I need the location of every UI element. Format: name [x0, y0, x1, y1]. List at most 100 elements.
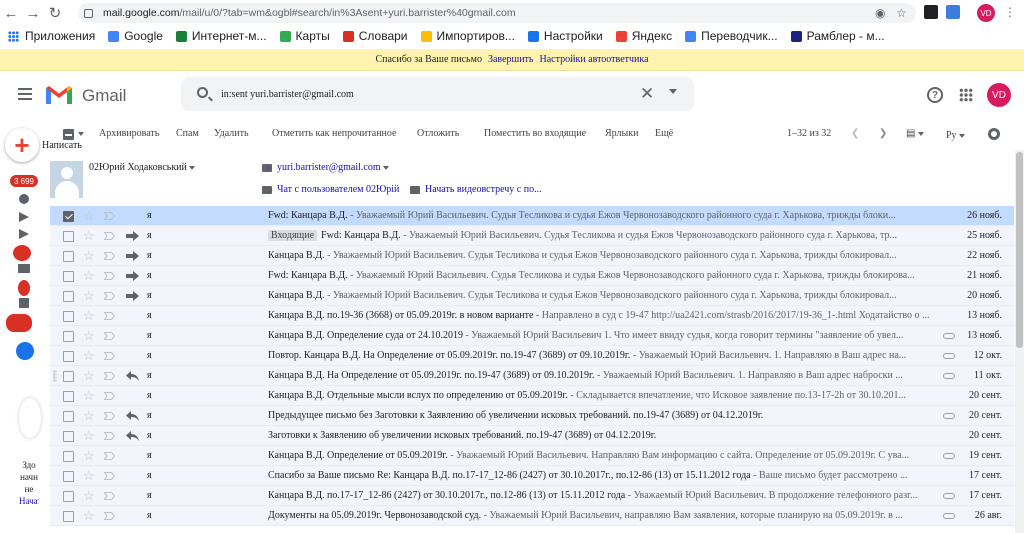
star-icon[interactable]: ☆	[83, 268, 95, 284]
bookmark-item[interactable]: Словари	[342, 29, 408, 43]
drag-handle-icon[interactable]	[53, 370, 57, 382]
search-input[interactable]	[221, 85, 621, 103]
star-icon[interactable]: ☆	[83, 248, 95, 264]
email-row[interactable]: ☆ я Канцара В.Д. На Определение от 05.09.2…	[50, 366, 1014, 386]
forward-icon[interactable]: →	[22, 0, 44, 26]
labels-button[interactable]: Ярлыки	[605, 128, 638, 139]
label-chip[interactable]: Входящие	[268, 230, 318, 241]
row-checkbox[interactable]	[63, 511, 74, 522]
extension-icon[interactable]	[946, 5, 960, 19]
hangouts-icon[interactable]	[16, 342, 34, 360]
email-row[interactable]: ☆ я Канцара В.Д. Отдельные мысли вслух по …	[50, 386, 1014, 406]
email-row[interactable]: ☆ я Документы на 05.09.2019г. Червонозавод…	[50, 506, 1014, 526]
star-icon[interactable]: ☆	[83, 448, 95, 464]
browser-menu-icon[interactable]: ⋮	[1004, 5, 1016, 19]
importance-icon[interactable]	[103, 412, 116, 420]
importance-icon[interactable]	[103, 492, 116, 500]
google-apps-icon[interactable]	[959, 88, 973, 102]
star-icon[interactable]: ☆	[83, 428, 95, 444]
move-to-inbox-button[interactable]: Поместить во входящие	[484, 128, 586, 139]
row-checkbox[interactable]	[63, 371, 74, 382]
bookmark-item[interactable]: Яндекс	[615, 29, 672, 43]
importance-icon[interactable]	[103, 432, 116, 440]
email-row[interactable]: ☆ я Повтор. Канцара В.Д. На Определение от…	[50, 346, 1014, 366]
star-icon[interactable]: ☆	[83, 488, 95, 504]
row-checkbox[interactable]	[63, 451, 74, 462]
prev-page-icon[interactable]: ❮	[851, 128, 859, 139]
reload-icon[interactable]: ↻	[44, 0, 66, 26]
gmail-logo[interactable]	[46, 85, 72, 104]
row-checkbox[interactable]	[63, 291, 74, 302]
next-page-icon[interactable]: ❯	[879, 128, 887, 139]
browser-avatar[interactable]: VD	[977, 4, 995, 22]
snoozed-icon[interactable]	[19, 194, 29, 204]
video-call-link[interactable]: Начать видеовстречу с по...	[410, 184, 542, 195]
importance-icon[interactable]	[103, 252, 116, 260]
row-checkbox[interactable]	[63, 231, 74, 242]
star-icon[interactable]: ☆	[83, 228, 95, 244]
apps-icon[interactable]	[8, 30, 19, 42]
spam-icon[interactable]	[18, 280, 30, 296]
chat-link[interactable]: Чат с пользователем 02Юрій	[262, 184, 399, 195]
all-mail-icon[interactable]	[18, 264, 30, 273]
email-row[interactable]: ☆ я Канцара В.Д. по.19-36 (3668) от 05.09.…	[50, 306, 1014, 326]
importance-icon[interactable]	[103, 352, 116, 360]
star-icon[interactable]: ☆	[83, 388, 95, 404]
email-row[interactable]: ☆ я Fwd: Канцара В.Д. - Уважаемый Юрий Вас…	[50, 206, 1014, 226]
extension-icon[interactable]	[924, 5, 938, 19]
importance-icon[interactable]	[103, 272, 116, 280]
clear-search-icon[interactable]: ✕	[640, 84, 654, 104]
select-dropdown-icon[interactable]	[78, 128, 84, 139]
row-checkbox[interactable]	[63, 351, 74, 362]
account-avatar[interactable]: VD	[987, 83, 1011, 107]
importance-icon[interactable]	[103, 312, 116, 320]
row-checkbox[interactable]	[63, 251, 74, 262]
row-checkbox[interactable]	[63, 211, 74, 222]
importance-icon[interactable]	[103, 292, 116, 300]
archive-button[interactable]: Архивировать	[99, 128, 159, 139]
email-row[interactable]: ☆ я Fwd: Канцара В.Д. - Уважаемый Юрий Вас…	[50, 266, 1014, 286]
importance-icon[interactable]	[103, 512, 116, 520]
star-icon[interactable]: ☆	[83, 348, 95, 364]
contact-name[interactable]: 02Юрий Ходаковський	[89, 162, 196, 173]
star-icon[interactable]: ☆	[83, 408, 95, 424]
email-row[interactable]: ☆ я Спасибо за Ваше письмо Re: Канцара В.Д…	[50, 466, 1014, 486]
bookmark-item[interactable]: Переводчик...	[685, 29, 778, 43]
importance-icon[interactable]	[103, 392, 116, 400]
input-tools-button[interactable]: Ру	[946, 130, 966, 141]
importance-icon[interactable]	[103, 332, 116, 340]
main-menu-icon[interactable]	[18, 88, 32, 100]
bookmark-item[interactable]: Интернет-м...	[175, 29, 267, 43]
eye-icon[interactable]: ◉	[875, 6, 885, 20]
row-checkbox[interactable]	[63, 471, 74, 482]
email-row[interactable]: ☆ я Канцара В.Д. - Уважаемый Юрий Васильев…	[50, 286, 1014, 306]
bookmark-item[interactable]: Импортиров...	[420, 29, 515, 43]
star-icon[interactable]: ☆	[83, 468, 95, 484]
star-icon[interactable]: ☆	[83, 328, 95, 344]
address-bar[interactable]: mail.google.com/mail/u/0/?tab=wm&ogbl#se…	[78, 3, 916, 23]
settings-gear-icon[interactable]	[988, 128, 1000, 140]
bookmark-star-icon[interactable]: ☆	[896, 6, 907, 20]
trash-icon[interactable]	[19, 298, 29, 308]
bookmark-item[interactable]: Рамблер - м...	[790, 29, 885, 43]
important-icon[interactable]	[19, 212, 29, 222]
email-row[interactable]: ☆ я Заготовки к Заявлению об увеличении ис…	[50, 426, 1014, 446]
search-options-icon[interactable]	[669, 89, 677, 94]
star-icon[interactable]: ☆	[83, 208, 95, 224]
importance-icon[interactable]	[103, 372, 116, 380]
importance-icon[interactable]	[103, 232, 116, 240]
row-checkbox[interactable]	[63, 491, 74, 502]
email-row[interactable]: ☆ я Входящие Fwd: Канцара В.Д. - Уважаемый …	[50, 226, 1014, 246]
select-all-checkbox[interactable]	[63, 129, 74, 140]
row-checkbox[interactable]	[63, 431, 74, 442]
more-button[interactable]: Ещё	[655, 128, 673, 139]
email-row[interactable]: ☆ я Канцара В.Д. Определение от 05.09.2019…	[50, 446, 1014, 466]
snooze-button[interactable]: Отложить	[417, 128, 459, 139]
sent-icon[interactable]	[19, 229, 29, 239]
bookmark-item[interactable]: Карты	[279, 29, 330, 43]
row-checkbox[interactable]	[63, 411, 74, 422]
delete-button[interactable]: Удалить	[214, 128, 249, 139]
mark-unread-button[interactable]: Отметить как непрочитанное	[272, 128, 396, 139]
compose-button[interactable]: +	[5, 128, 39, 162]
email-row[interactable]: ☆ я Предыдущее письмо без Заготовки к Заяв…	[50, 406, 1014, 426]
